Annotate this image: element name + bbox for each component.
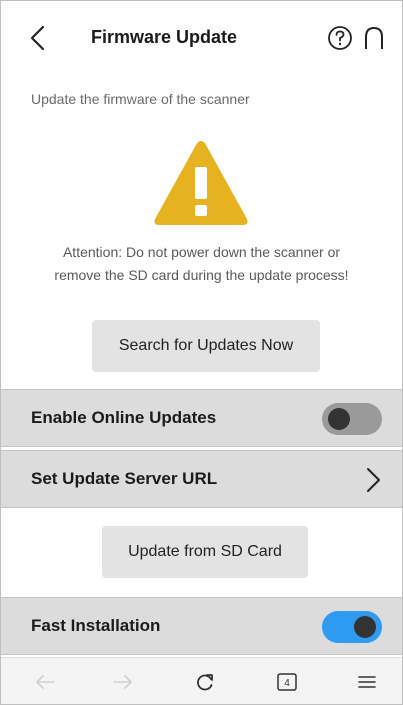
tabs-icon: 4 bbox=[277, 673, 297, 691]
chevron-left-icon bbox=[30, 25, 45, 51]
enable-online-updates-label: Enable Online Updates bbox=[31, 408, 217, 427]
search-updates-button[interactable]: Search for Updates Now bbox=[92, 320, 320, 372]
attention-message: Attention: Do not power down the scanner… bbox=[21, 241, 382, 287]
chevron-right-icon bbox=[367, 468, 380, 492]
forward-arrow-icon bbox=[113, 675, 132, 689]
set-update-server-url-label: Set Update Server URL bbox=[31, 469, 218, 488]
warning-icon bbox=[154, 141, 248, 225]
help-circle-icon[interactable] bbox=[327, 25, 353, 51]
menu-button[interactable] bbox=[353, 668, 381, 696]
update-from-sd-card-button[interactable]: Update from SD Card bbox=[102, 526, 308, 578]
back-arrow-icon bbox=[36, 675, 55, 689]
tabs-button[interactable]: 4 bbox=[273, 668, 301, 696]
enable-online-updates-row[interactable]: Enable Online Updates bbox=[1, 389, 402, 447]
reload-icon bbox=[197, 674, 213, 691]
fast-installation-label: Fast Installation bbox=[31, 616, 161, 635]
set-update-server-url-row[interactable]: Set Update Server URL bbox=[1, 450, 402, 508]
attention-line-2: remove the SD card during the update pro… bbox=[54, 267, 349, 283]
toggle-knob bbox=[354, 616, 376, 638]
home-icon[interactable] bbox=[361, 25, 387, 51]
online-updates-toggle[interactable] bbox=[322, 403, 382, 435]
browser-forward-button[interactable] bbox=[109, 668, 137, 696]
page-title: Firmware Update bbox=[91, 27, 238, 47]
browser-back-button[interactable] bbox=[31, 668, 59, 696]
tab-count: 4 bbox=[284, 678, 290, 689]
menu-icon bbox=[358, 676, 376, 688]
back-button[interactable] bbox=[23, 23, 51, 53]
reload-button[interactable] bbox=[191, 668, 219, 696]
fast-installation-row[interactable]: Fast Installation bbox=[1, 597, 402, 655]
fast-installation-toggle[interactable] bbox=[322, 611, 382, 643]
page-subtitle: Update the firmware of the scanner bbox=[31, 91, 250, 107]
browser-toolbar: 4 bbox=[1, 657, 402, 704]
attention-line-1: Attention: Do not power down the scanner… bbox=[62, 244, 341, 260]
header: Firmware Update bbox=[1, 1, 402, 73]
toggle-knob bbox=[328, 408, 350, 430]
app-frame: Firmware Update Update the firmware of t… bbox=[0, 0, 403, 705]
